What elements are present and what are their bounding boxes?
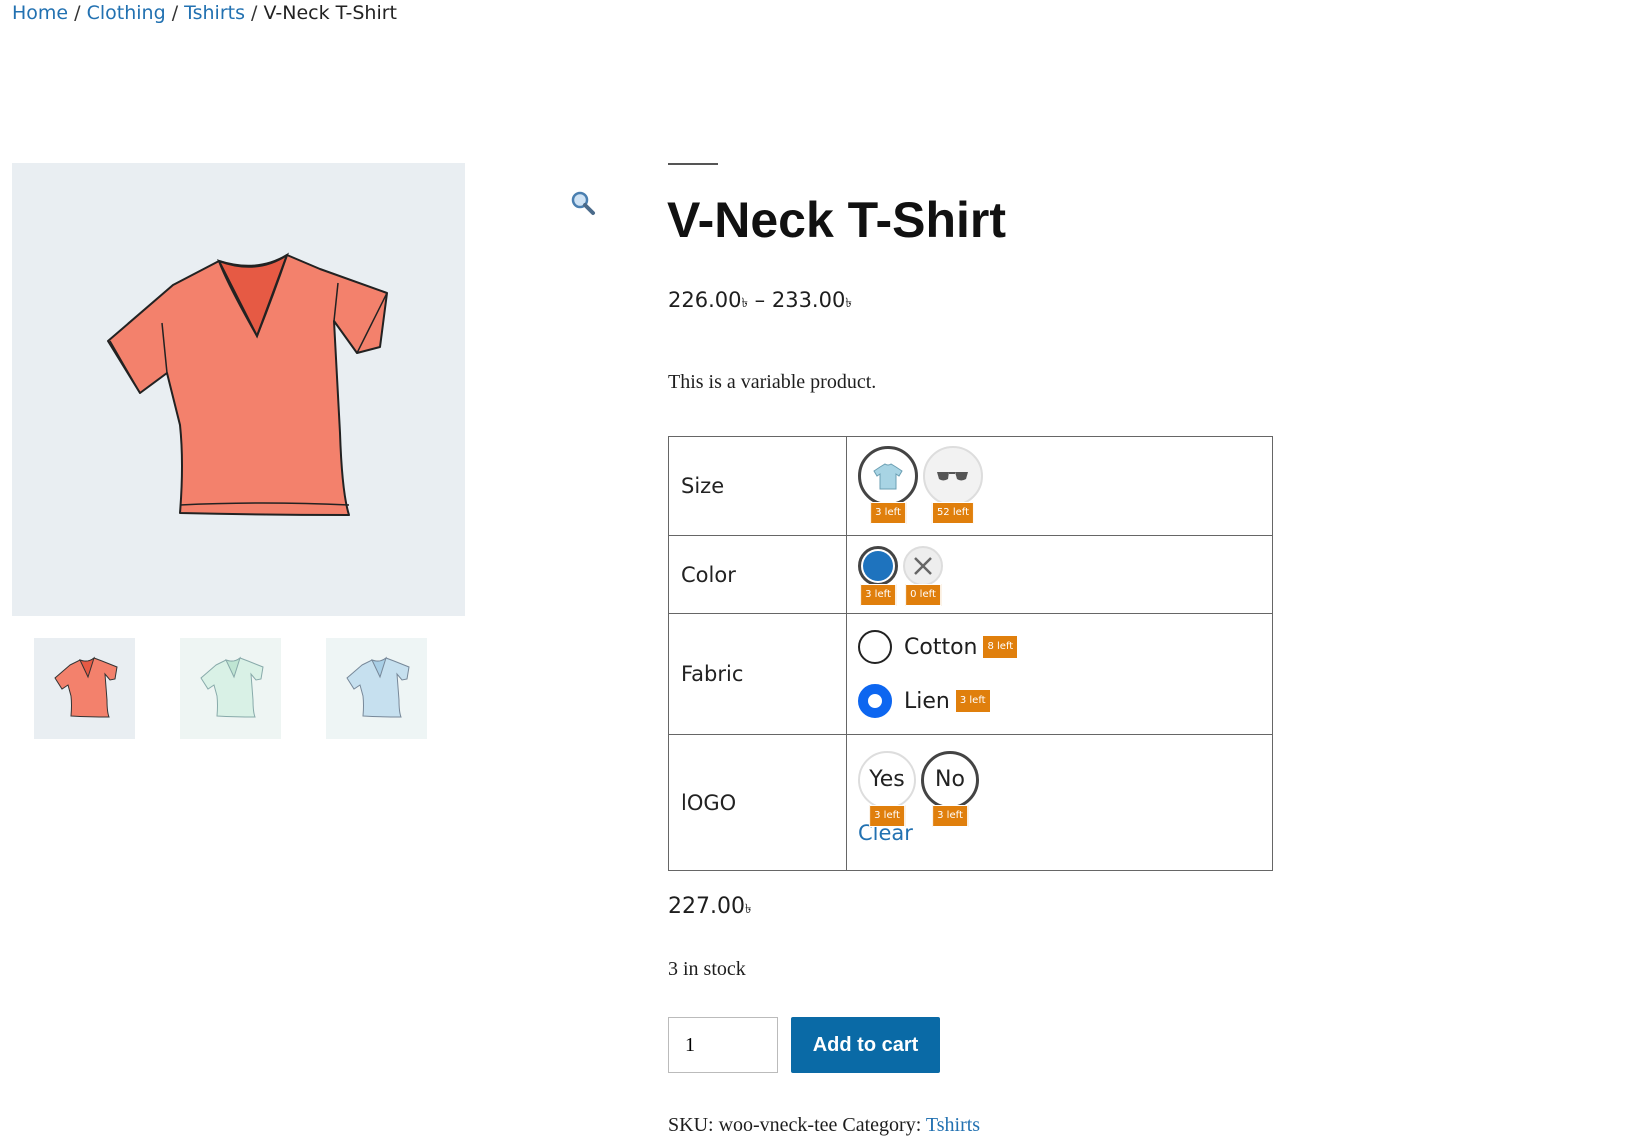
- currency-symbol: ৳: [741, 296, 748, 311]
- tshirt-coral-image: [54, 656, 118, 718]
- breadcrumb: Home / Clothing / Tshirts / V-Neck T-Shi…: [12, 0, 397, 26]
- variation-row-color: Color 3 left 0 left: [668, 535, 1273, 614]
- color-blue-dot: [858, 545, 898, 586]
- thumbnail-coral-tshirt[interactable]: [34, 638, 135, 739]
- magnifier-icon[interactable]: [570, 190, 596, 216]
- breadcrumb-separator: /: [251, 2, 258, 24]
- color-label: Color: [668, 535, 847, 614]
- radio-lien[interactable]: [858, 684, 892, 718]
- size-swatch-tshirt[interactable]: 3 left: [858, 446, 918, 526]
- radio-cotton[interactable]: [858, 630, 892, 664]
- title-divider: [668, 163, 718, 165]
- price-max: 233.00: [771, 288, 846, 312]
- stock-status: 3 in stock: [668, 958, 746, 980]
- tshirt-mint-image: [200, 656, 264, 718]
- color-swatch-blue[interactable]: 3 left: [858, 545, 898, 606]
- price-min: 226.00: [668, 288, 742, 312]
- size-swatches-cell: 3 left 52 left: [846, 436, 1273, 536]
- short-description: This is a variable product.: [668, 371, 877, 393]
- breadcrumb-separator: /: [74, 2, 81, 24]
- fabric-stock-badge: 8 left: [983, 636, 1018, 658]
- currency-symbol: ৳: [845, 296, 852, 311]
- price-dash: –: [754, 288, 766, 312]
- thumbnail-mint-tshirt[interactable]: [180, 638, 281, 739]
- x-icon: [903, 545, 943, 586]
- breadcrumb-current: V-Neck T-Shirt: [263, 2, 398, 24]
- sku-label: SKU:: [668, 1114, 714, 1136]
- logo-no-label: No: [921, 750, 979, 809]
- fabric-option-lien[interactable]: Lien 3 left: [858, 674, 1271, 728]
- logo-label: lOGO: [668, 734, 847, 871]
- product-meta: SKU: woo-vneck-tee Category: Tshirts: [668, 1111, 980, 1139]
- variation-row-logo: lOGO Yes 3 left No 3 left Clear: [668, 734, 1273, 871]
- fabric-option-label: Cotton: [904, 634, 978, 660]
- logo-swatch-yes[interactable]: Yes 3 left: [858, 750, 916, 831]
- tshirt-icon: [858, 446, 918, 506]
- logo-stock-badge: 3 left: [869, 804, 905, 827]
- breadcrumb-separator: /: [171, 2, 179, 24]
- variation-price-value: 227.00: [668, 894, 745, 919]
- size-swatch-sunglasses[interactable]: 52 left: [923, 446, 983, 526]
- clear-selection-link[interactable]: Clear: [858, 821, 1271, 845]
- currency-symbol: ৳: [744, 902, 752, 917]
- product-main-image[interactable]: [12, 163, 465, 616]
- size-stock-badge: 52 left: [931, 502, 975, 524]
- variation-price: 227.00৳: [668, 894, 751, 921]
- tshirt-coral-image: [107, 252, 388, 516]
- variation-row-fabric: Fabric Cotton 8 left Lien 3 left: [668, 613, 1273, 735]
- logo-stock-badge: 3 left: [932, 804, 968, 827]
- color-stock-badge: 3 left: [860, 583, 896, 606]
- fabric-label: Fabric: [668, 613, 847, 735]
- breadcrumb-tshirts-link[interactable]: Tshirts: [184, 2, 245, 24]
- size-stock-badge: 3 left: [870, 502, 906, 524]
- logo-yes-label: Yes: [858, 750, 916, 809]
- breadcrumb-home-link[interactable]: Home: [12, 2, 68, 24]
- quantity-input[interactable]: [668, 1017, 778, 1073]
- sunglasses-icon: [923, 446, 983, 506]
- color-stock-badge: 0 left: [905, 583, 941, 606]
- logo-swatch-no[interactable]: No 3 left: [921, 750, 979, 831]
- fabric-options-cell: Cotton 8 left Lien 3 left: [846, 613, 1273, 735]
- tshirt-lightblue-image: [346, 656, 410, 718]
- breadcrumb-clothing-link[interactable]: Clothing: [87, 2, 166, 24]
- fabric-stock-badge: 3 left: [955, 690, 990, 712]
- fabric-option-cotton[interactable]: Cotton 8 left: [858, 620, 1271, 674]
- category-label: Category:: [842, 1114, 922, 1136]
- thumbnail-lightblue-tshirt[interactable]: [326, 638, 427, 739]
- logo-swatches-cell: Yes 3 left No 3 left Clear: [846, 734, 1273, 871]
- color-swatches-cell: 3 left 0 left: [846, 535, 1273, 614]
- sku-value: woo-vneck-tee: [718, 1114, 838, 1136]
- add-to-cart-button[interactable]: Add to cart: [791, 1017, 940, 1073]
- product-title: V-Neck T-Shirt: [667, 192, 1006, 248]
- size-label: Size: [668, 436, 847, 536]
- variations-table: Size 3 left 52 left Color 3 left 0 left …: [668, 436, 1273, 871]
- category-link[interactable]: Tshirts: [926, 1114, 980, 1136]
- price-range: 226.00৳ – 233.00৳: [668, 285, 852, 319]
- color-swatch-unavailable[interactable]: 0 left: [903, 545, 943, 606]
- fabric-option-label: Lien: [904, 688, 950, 714]
- variation-row-size: Size 3 left 52 left: [668, 436, 1273, 536]
